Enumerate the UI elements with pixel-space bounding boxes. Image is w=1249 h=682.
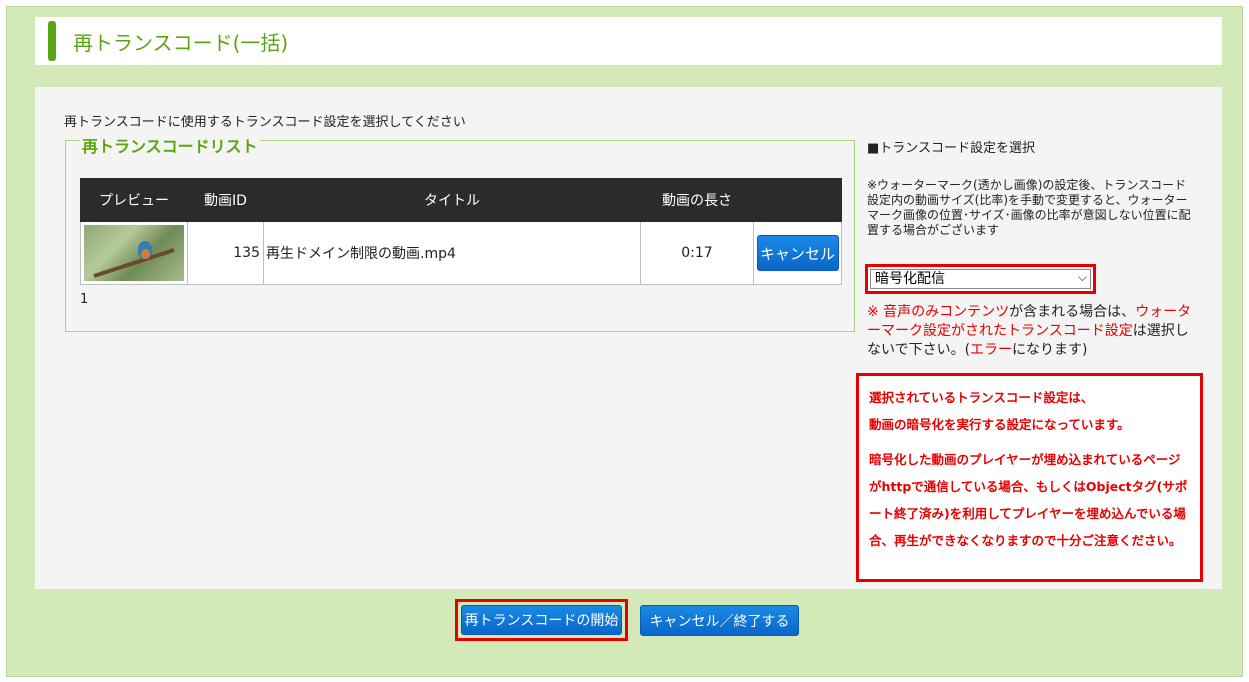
title-accent-bar (48, 21, 56, 61)
video-id-cell: 135 (187, 221, 264, 285)
thumbnail-branch (93, 248, 175, 278)
video-duration-cell: 0:17 (640, 221, 754, 285)
audio-note-part: ※ 音声のみコンテンツ (867, 304, 1010, 320)
transcode-setting-select-highlight: 暗号化配信 ⌵ (865, 264, 1096, 294)
transcode-setting-heading: ■トランスコード設定を選択 (867, 141, 1036, 156)
audio-note-part: エラー (970, 342, 1013, 358)
video-thumbnail[interactable] (84, 225, 184, 281)
warning-line: 暗号化した動画のプレイヤーが埋め込まれているページがhttpで通信している場合、… (869, 452, 1188, 548)
pagination[interactable]: 1 (80, 292, 88, 307)
warning-line: 動画の暗号化を実行する設定になっています。 (869, 417, 1130, 432)
watermark-note: ※ウォーターマーク(透かし画像)の設定後、トランスコード設定内の動画サイズ(比率… (867, 178, 1191, 237)
column-header-preview: プレビュー (80, 178, 188, 222)
retranscode-table: プレビュー 動画ID タイトル 動画の長さ 135 再生ドメイン制限の動画.mp… (80, 178, 842, 285)
start-button-highlight: 再トランスコードの開始 (455, 599, 628, 641)
video-title-cell: 再生ドメイン制限の動画.mp4 (263, 221, 641, 285)
row-cancel-button[interactable]: キャンセル (756, 235, 839, 271)
column-header-duration: 動画の長さ (640, 178, 754, 222)
audio-note-part: になります) (1012, 342, 1088, 358)
encryption-warning-box: 選択されているトランスコード設定は、 動画の暗号化を実行する設定になっています。… (856, 373, 1203, 582)
page-title: 再トランスコード(一括) (73, 31, 289, 55)
audio-note-part: が含まれる場合は、 (1009, 304, 1136, 320)
column-header-title: タイトル (263, 178, 641, 222)
start-retranscode-button[interactable]: 再トランスコードの開始 (461, 605, 622, 635)
audio-only-note: ※ 音声のみコンテンツが含まれる場合は、ウォーターマーク設定がされたトランスコー… (867, 303, 1192, 360)
page-header: 再トランスコード(一括) (35, 17, 1222, 65)
column-header-action (753, 178, 842, 222)
table-row: 135 再生ドメイン制限の動画.mp4 0:17 キャンセル (80, 221, 842, 285)
preview-cell (80, 221, 188, 285)
instruction-text: 再トランスコードに使用するトランスコード設定を選択してください (64, 115, 466, 130)
warning-line: 選択されているトランスコード設定は、 (869, 390, 1094, 405)
cancel-finish-button[interactable]: キャンセル／終了する (640, 605, 799, 636)
action-cell: キャンセル (753, 221, 842, 285)
table-header-row: プレビュー 動画ID タイトル 動画の長さ (80, 178, 842, 222)
retranscode-list-legend: 再トランスコードリスト (80, 133, 260, 157)
thumbnail-bird-belly (141, 249, 150, 259)
column-header-video-id: 動画ID (187, 178, 264, 222)
transcode-setting-select[interactable]: 暗号化配信 (870, 269, 1091, 289)
